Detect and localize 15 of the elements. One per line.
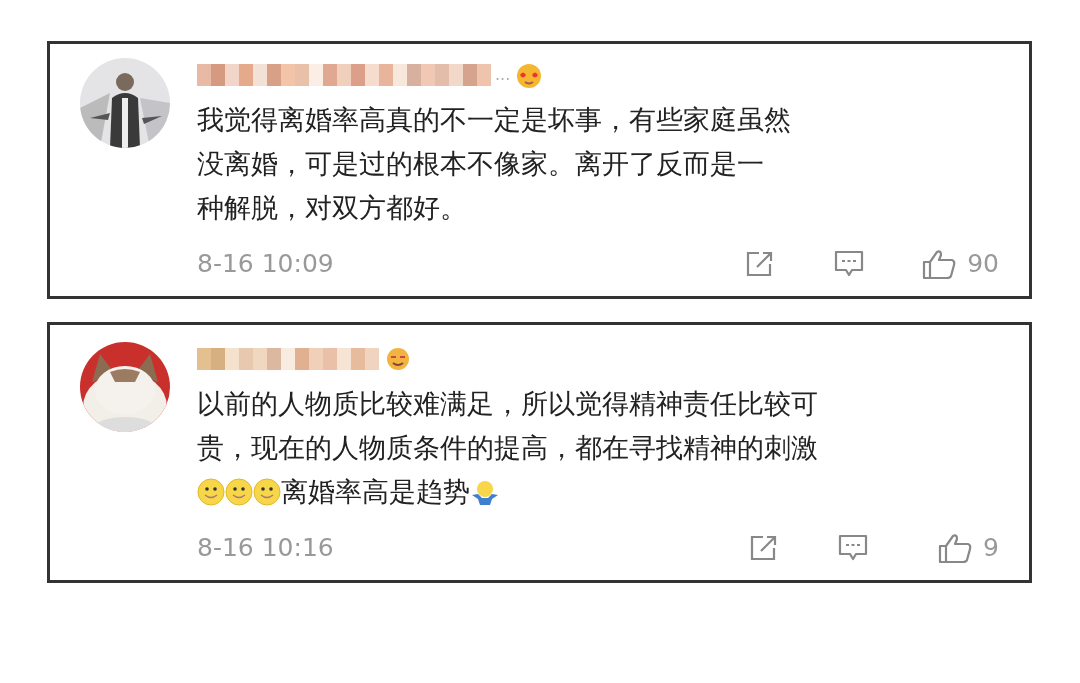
comment-text: 我觉得离婚率高真的不一定是坏事，有些家庭虽然 没离婚，可是过的根本不像家。离开了反而是一 种解脱，对双方都好。 bbox=[197, 103, 792, 225]
smiley-icon bbox=[197, 478, 225, 506]
comment-icon[interactable] bbox=[837, 533, 870, 563]
shrug-emoji-icon bbox=[470, 480, 500, 506]
comment-text: 以前的人物质比较难满足，所以觉得精神责任比较可 贵，现在的人物质条件的提高，都在寻找精神的刺激 离婚率高是趋势 bbox=[197, 387, 819, 509]
timestamp: 8-16 10:16 bbox=[197, 532, 335, 565]
smiley-icon bbox=[225, 478, 253, 506]
timestamp: 8-16 10:09 bbox=[197, 248, 335, 281]
like-count: 9 bbox=[983, 532, 999, 565]
username-ellipsis: ... bbox=[495, 64, 511, 86]
thumbs-up-icon[interactable] bbox=[937, 532, 974, 564]
like-count: 90 bbox=[967, 248, 999, 281]
smiley-icon bbox=[253, 478, 281, 506]
thumbs-up-icon[interactable] bbox=[921, 248, 958, 280]
comment-icon[interactable] bbox=[833, 249, 866, 279]
